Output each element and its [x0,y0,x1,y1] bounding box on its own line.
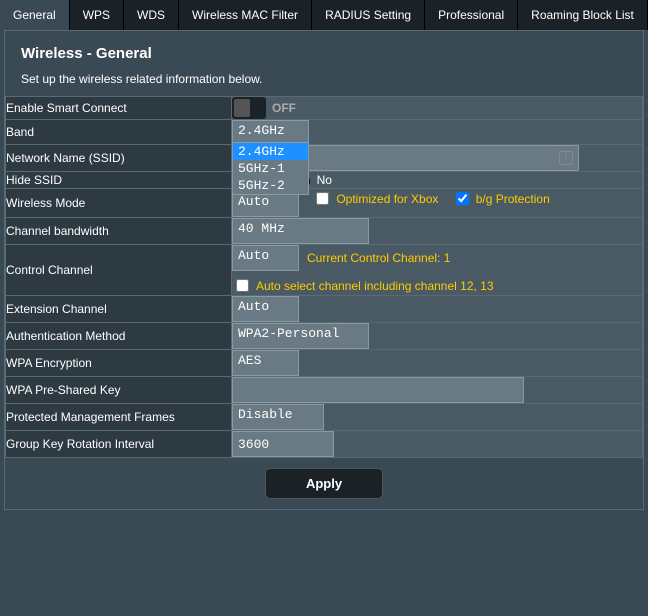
wpa-psk-label: WPA Pre-Shared Key [6,377,232,404]
hide-ssid-no-label: No [317,173,332,187]
optimized-xbox-input[interactable] [316,192,329,205]
ssid-label: Network Name (SSID) [6,145,232,172]
wpa-encryption-select[interactable]: AES [232,350,299,376]
current-channel-text: Current Control Channel: 1 [307,251,450,265]
wpa-encryption-label: WPA Encryption [6,350,232,377]
control-channel-select[interactable]: Auto [232,245,299,271]
band-select[interactable]: 2.4GHz 2.4GHz 5GHz-1 5GHz-2 [232,120,642,144]
pm-frames-select[interactable]: Disable [232,404,324,430]
band-option-2-4ghz[interactable]: 2.4GHz [233,143,308,160]
pm-frames-label: Protected Management Frames [6,404,232,431]
tab-professional[interactable]: Professional [425,0,518,30]
tab-general[interactable]: General [0,0,70,30]
tabs: General WPS WDS Wireless MAC Filter RADI… [0,0,648,30]
optimized-xbox-label: Optimized for Xbox [336,192,438,206]
group-key-input[interactable] [232,431,334,457]
auto-select-channel-label: Auto select channel including channel 12… [256,279,494,293]
apply-button[interactable]: Apply [265,468,383,499]
hide-ssid-label: Hide SSID [6,172,232,189]
tab-wireless-mac-filter[interactable]: Wireless MAC Filter [179,0,312,30]
tab-radius-setting[interactable]: RADIUS Setting [312,0,425,30]
channel-bw-select[interactable]: 40 MHz [232,218,369,244]
band-selected[interactable]: 2.4GHz [232,120,309,144]
page-title: Wireless - General [5,31,643,72]
toggle-off-label: OFF [266,101,296,115]
page-subtitle: Set up the wireless related information … [5,72,643,96]
tab-wds[interactable]: WDS [124,0,179,30]
auto-select-channel-input[interactable] [236,279,249,292]
smart-connect-label: Enable Smart Connect [6,97,232,120]
bg-protection-checkbox[interactable]: b/g Protection [452,189,550,208]
content-panel: Wireless - General Set up the wireless r… [4,30,644,510]
smart-connect-toggle[interactable]: OFF [232,97,296,119]
band-option-5ghz-2[interactable]: 5GHz-2 [233,177,308,194]
optimized-xbox-checkbox[interactable]: Optimized for Xbox [312,189,438,208]
tab-wps[interactable]: WPS [70,0,124,30]
auth-method-select[interactable]: WPA2-Personal [232,323,369,349]
auto-select-channel-checkbox[interactable]: Auto select channel including channel 12… [232,276,494,295]
group-key-label: Group Key Rotation Interval [6,431,232,458]
bg-protection-label: b/g Protection [476,192,550,206]
band-option-5ghz-1[interactable]: 5GHz-1 [233,160,308,177]
band-dropdown-list: 2.4GHz 5GHz-1 5GHz-2 [232,142,309,195]
ext-channel-select[interactable]: Auto [232,296,299,322]
auth-method-label: Authentication Method [6,323,232,350]
control-channel-label: Control Channel [6,245,232,296]
info-icon[interactable]: i [559,151,573,165]
channel-bw-label: Channel bandwidth [6,218,232,245]
wpa-psk-input[interactable] [232,377,524,403]
settings-table: Enable Smart Connect OFF Band 2.4GHz 2.4… [5,96,643,458]
ext-channel-label: Extension Channel [6,296,232,323]
bg-protection-input[interactable] [456,192,469,205]
wireless-mode-label: Wireless Mode [6,189,232,218]
band-label: Band [6,120,232,145]
tab-roaming-block-list[interactable]: Roaming Block List [518,0,648,30]
